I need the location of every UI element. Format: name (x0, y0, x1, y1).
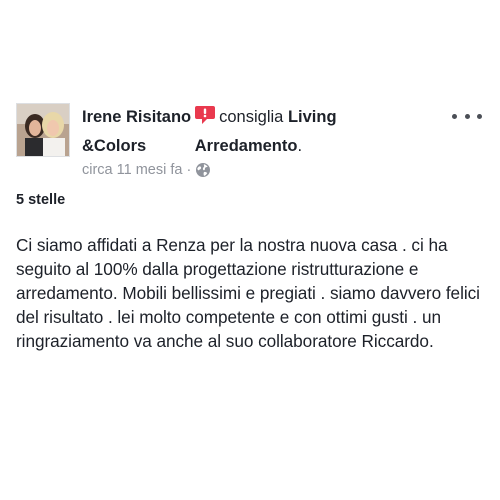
rating-label: 5 stelle (16, 192, 66, 208)
page-name-link-part3[interactable]: Arredamento (195, 137, 298, 155)
author-name-link[interactable]: Irene Risitano (82, 108, 191, 126)
post-timestamp[interactable]: circa 11 mesi fa (82, 161, 182, 179)
more-options-icon-dot (464, 113, 470, 119)
author-avatar[interactable] (16, 103, 70, 157)
page-name-suffix: . (297, 137, 303, 155)
more-options-button[interactable] (452, 108, 482, 124)
globe-icon (195, 162, 211, 178)
page-name-link-part2[interactable]: &Colors (82, 137, 146, 155)
recommend-speech-bubble-icon (194, 105, 216, 133)
avatar-photo (17, 104, 69, 156)
review-post: Irene Risitano consiglia Living &Colors A… (0, 0, 500, 500)
post-meta: circa 11 mesi fa · (82, 161, 211, 179)
review-text: Ci siamo affidati a Renza per la nostra … (16, 235, 480, 351)
more-options-icon-dot (477, 113, 482, 119)
meta-separator: · (186, 162, 192, 178)
post-header: Irene Risitano consiglia Living &Colors A… (82, 104, 472, 159)
page-name-link-part1[interactable]: Living (288, 108, 337, 126)
more-options-icon (452, 113, 457, 119)
action-verb: consiglia (219, 108, 284, 126)
